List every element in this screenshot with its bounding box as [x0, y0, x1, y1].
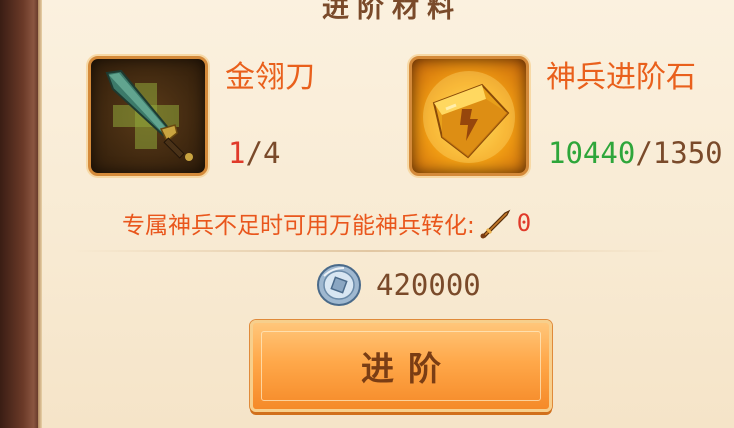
material-slot-stone[interactable]	[409, 56, 529, 176]
golden-feather-blade-icon	[105, 69, 193, 161]
material-slot-sword[interactable]	[88, 56, 208, 176]
window-frame-edge	[0, 0, 42, 428]
owned-count: 1	[228, 136, 246, 170]
conversion-text: 专属神兵不足时可用万能神兵转化:	[122, 213, 475, 239]
upgrade-cost: 420000	[314, 262, 481, 308]
count-separator: /	[635, 136, 653, 170]
material-name-stone: 神兵进阶石	[546, 60, 696, 95]
panel-title: 进阶材料	[322, 0, 462, 24]
required-count: 1350	[652, 136, 723, 170]
upgrade-button-label: 进阶	[361, 349, 455, 388]
silver-coin-icon	[317, 264, 361, 306]
material-count-stone: 10440/1350	[548, 136, 723, 170]
material-name-sword: 金翎刀	[225, 60, 315, 95]
universal-weapon-icon	[480, 209, 511, 239]
divine-weapon-upgrade-stone-icon	[423, 71, 515, 163]
cost-value: 420000	[376, 268, 481, 302]
owned-count: 10440	[548, 136, 636, 170]
conversion-count: 0	[516, 209, 532, 237]
count-separator: /	[245, 136, 263, 170]
required-count: 4	[262, 136, 281, 170]
material-count-sword: 1/4	[228, 136, 280, 170]
upgrade-button[interactable]: 进阶	[250, 320, 552, 412]
section-divider	[70, 250, 670, 252]
conversion-hint: 专属神兵不足时可用万能神兵转化: 0	[122, 205, 531, 241]
